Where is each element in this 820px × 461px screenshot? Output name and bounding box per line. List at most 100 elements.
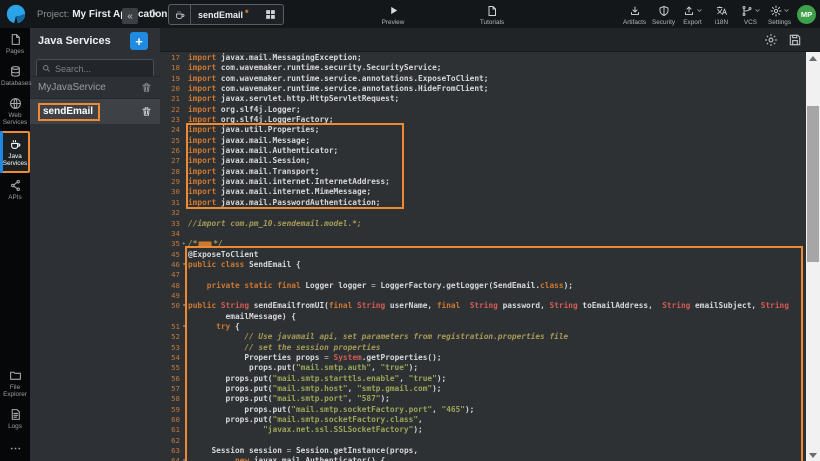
code-line[interactable]: 59 props.put("mail.smtp.socketFactory.po… bbox=[160, 405, 806, 415]
project-label: Project: bbox=[37, 9, 69, 20]
sidebar-item-databases[interactable]: Databases bbox=[0, 60, 30, 91]
code-line[interactable]: 57 props.put("mail.smtp.host", "smtp.gma… bbox=[160, 384, 806, 394]
security-icon bbox=[658, 4, 670, 17]
fold-marker bbox=[180, 250, 188, 260]
code-line[interactable]: 19import com.wavemaker.runtime.service.a… bbox=[160, 74, 806, 84]
sidebar-item-label: File Explorer bbox=[1, 384, 29, 398]
fold-marker[interactable]: ▾ bbox=[180, 301, 188, 311]
delete-service-icon[interactable] bbox=[141, 106, 152, 117]
fold-marker bbox=[180, 363, 188, 373]
security-button[interactable]: Security bbox=[649, 4, 678, 26]
tutorials-icon bbox=[486, 4, 498, 17]
fold-marker[interactable]: ▾ bbox=[180, 456, 188, 461]
settings-label: Settings bbox=[768, 19, 791, 26]
fold-marker bbox=[180, 270, 188, 280]
code-line[interactable]: 28import javax.mail.Transport; bbox=[160, 167, 806, 177]
fold-marker[interactable]: ▾ bbox=[180, 322, 188, 332]
code-line[interactable]: 18import com.wavemaker.runtime.security.… bbox=[160, 63, 806, 73]
fold-marker bbox=[180, 332, 188, 342]
code-line[interactable]: 45@ExposeToClient bbox=[160, 250, 806, 260]
code-line[interactable]: 25import javax.mail.Message; bbox=[160, 136, 806, 146]
code-line[interactable]: 54 Properties props = System.getProperti… bbox=[160, 353, 806, 363]
sidebar-item-file-explorer[interactable]: File Explorer bbox=[0, 364, 30, 402]
databases-icon bbox=[9, 65, 22, 78]
artifacts-button[interactable]: Artifacts bbox=[620, 4, 649, 26]
code-text bbox=[188, 291, 806, 301]
code-line[interactable]: 48 private static final Logger logger = … bbox=[160, 281, 806, 291]
code-text: props.put("mail.smtp.auth", "true"); bbox=[188, 363, 806, 373]
settings-button[interactable]: Settings bbox=[765, 4, 794, 26]
scroll-down-button[interactable] bbox=[809, 453, 817, 458]
collapsed-comment-widget[interactable] bbox=[198, 241, 212, 248]
code-line[interactable]: 30import javax.mail.internet.MimeMessage… bbox=[160, 187, 806, 197]
code-line[interactable]: 24import java.util.Properties; bbox=[160, 125, 806, 135]
code-line[interactable]: emailMessage) { bbox=[160, 312, 806, 322]
code-line[interactable]: 64▾ new javax.mail.Authenticator() { bbox=[160, 456, 806, 461]
code-line[interactable]: 17import javax.mail.MessagingException; bbox=[160, 53, 806, 63]
code-line[interactable]: 53 // set the session properties bbox=[160, 343, 806, 353]
service-item-sendEmail[interactable]: sendEmail bbox=[30, 98, 160, 124]
grid-view-icon[interactable] bbox=[264, 8, 277, 21]
sidebar-item-pages[interactable]: Pages bbox=[0, 28, 30, 59]
sidebar-item-label: Web Services bbox=[1, 112, 29, 126]
vertical-scrollbar[interactable] bbox=[806, 52, 820, 461]
code-line[interactable]: 47 bbox=[160, 270, 806, 280]
code-line[interactable]: 63 Session session = Session.getInstance… bbox=[160, 446, 806, 456]
user-avatar[interactable]: MP bbox=[797, 5, 816, 24]
sidebar-item-java-services[interactable]: Java Services bbox=[0, 131, 30, 173]
delete-service-icon[interactable] bbox=[141, 82, 152, 93]
chevron-right-icon bbox=[147, 7, 160, 20]
code-line[interactable]: 27import javax.mail.Session; bbox=[160, 156, 806, 166]
search-input[interactable] bbox=[55, 64, 145, 74]
tutorials-button[interactable]: Tutorials bbox=[468, 4, 516, 26]
code-line[interactable]: 31import javax.mail.PasswordAuthenticati… bbox=[160, 198, 806, 208]
code-line[interactable]: 46▾public class SendEmail { bbox=[160, 260, 806, 270]
wavemaker-logo-icon[interactable] bbox=[5, 3, 27, 25]
fold-marker[interactable]: ▾ bbox=[180, 260, 188, 270]
code-line[interactable]: 32 bbox=[160, 208, 806, 218]
code-line[interactable]: 55 props.put("mail.smtp.auth", "true"); bbox=[160, 363, 806, 373]
security-label: Security bbox=[652, 19, 675, 26]
code-line[interactable]: 35▸/**/ bbox=[160, 239, 806, 249]
code-line[interactable]: 60 props.put("mail.smtp.socketFactory.cl… bbox=[160, 415, 806, 425]
fold-marker[interactable]: ▸ bbox=[180, 239, 188, 249]
code-line[interactable]: 58 props.put("mail.smtp.port", "587"); bbox=[160, 394, 806, 404]
sidebar-item-apis[interactable]: APIs bbox=[0, 174, 30, 205]
code-line[interactable]: 49 bbox=[160, 291, 806, 301]
fold-marker bbox=[180, 156, 188, 166]
scrollbar-thumb[interactable] bbox=[807, 106, 819, 262]
line-number: 63 bbox=[160, 446, 180, 456]
code-line[interactable]: 23import org.slf4j.LoggerFactory; bbox=[160, 115, 806, 125]
code-editor[interactable]: 17import javax.mail.MessagingException;1… bbox=[160, 52, 806, 461]
fold-marker bbox=[180, 63, 188, 73]
code-line[interactable]: 22import org.slf4j.Logger; bbox=[160, 105, 806, 115]
code-line[interactable]: 26import javax.mail.Authenticator; bbox=[160, 146, 806, 156]
code-line[interactable]: 21import javax.servlet.http.HttpServletR… bbox=[160, 94, 806, 104]
tab-sendemail[interactable]: sendEmail * bbox=[168, 4, 284, 25]
service-item-MyJavaService[interactable]: MyJavaService bbox=[30, 76, 160, 98]
code-line[interactable]: 20import com.wavemaker.runtime.service.a… bbox=[160, 84, 806, 94]
code-line[interactable]: 34 bbox=[160, 229, 806, 239]
code-line[interactable]: 51▾ try { bbox=[160, 322, 806, 332]
preview-button[interactable]: Preview bbox=[371, 4, 415, 26]
save-button[interactable] bbox=[788, 33, 802, 47]
sidebar-item-logs[interactable]: Logs bbox=[0, 403, 30, 434]
code-line[interactable]: 52 // Use javamail api, set parameters f… bbox=[160, 332, 806, 342]
i18n-button[interactable]: i18N bbox=[707, 4, 736, 26]
code-line[interactable]: 33//import com.pm_10.sendemail.model.*; bbox=[160, 219, 806, 229]
code-line[interactable]: 61 "javax.net.ssl.SSLSocketFactory"); bbox=[160, 425, 806, 435]
collapse-panel-button[interactable]: « bbox=[122, 8, 138, 24]
scroll-up-button[interactable] bbox=[809, 56, 817, 61]
code-line[interactable]: 62 bbox=[160, 436, 806, 446]
code-text: //import com.pm_10.sendemail.model.*; bbox=[188, 219, 806, 229]
sidebar-item-web-services[interactable]: Web Services bbox=[0, 92, 30, 130]
code-line[interactable]: 29import javax.mail.internet.InternetAdd… bbox=[160, 177, 806, 187]
code-line[interactable]: 50▾public String sendEmailfromUI(final S… bbox=[160, 301, 806, 311]
export-button[interactable]: Export bbox=[678, 4, 707, 26]
code-line[interactable]: 56 props.put("mail.smtp.starttls.enable"… bbox=[160, 374, 806, 384]
line-number: 58 bbox=[160, 394, 180, 404]
vcs-button[interactable]: VCS bbox=[736, 4, 765, 26]
editor-settings-button[interactable] bbox=[764, 33, 778, 47]
add-java-service-button[interactable]: + bbox=[130, 32, 148, 50]
more-options-button[interactable] bbox=[0, 442, 30, 455]
